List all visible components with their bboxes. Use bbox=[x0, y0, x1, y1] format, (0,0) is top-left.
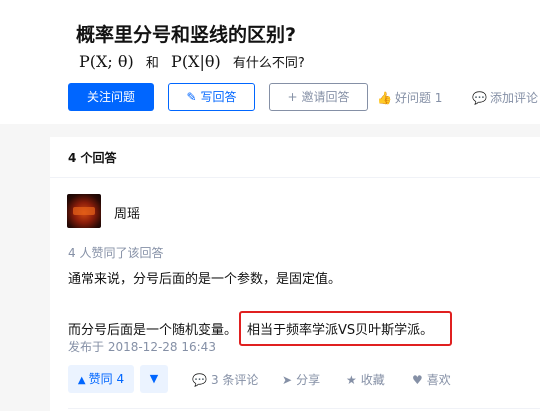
comment-icon: 💬 bbox=[192, 373, 207, 387]
author-name[interactable]: 周瑶 bbox=[114, 203, 140, 222]
good-question-button[interactable]: 👍 好问题 1 bbox=[377, 89, 442, 106]
like-label: 喜欢 bbox=[426, 373, 451, 387]
follow-question-button[interactable]: 关注问题 bbox=[68, 83, 154, 111]
down-triangle-icon: ▼ bbox=[149, 372, 159, 385]
question-header: 概率里分号和竖线的区别? P(X; θ) 和 P(X|θ) 有什么不同? 关注问… bbox=[0, 0, 540, 124]
up-triangle-icon: ▲ bbox=[77, 375, 86, 386]
avatar[interactable] bbox=[67, 194, 101, 228]
subtitle-tail: 有什么不同? bbox=[232, 56, 305, 71]
highlighted-sentence: 相当于频率学派VS贝叶斯学派。 bbox=[239, 311, 453, 346]
follow-question-label: 关注问题 bbox=[86, 90, 135, 104]
upvote-label: 赞同 4 bbox=[88, 372, 125, 386]
posted-time[interactable]: 发布于 2018-12-28 16:43 bbox=[68, 338, 216, 355]
divider bbox=[68, 408, 540, 409]
answer-paragraph-1: 通常来说，分号后面的是一个参数，是固定值。 bbox=[68, 272, 342, 287]
add-comment-button[interactable]: 💬 添加评论 bbox=[472, 89, 538, 106]
answers-card: 4 个回答 周瑶 4 人赞同了该回答 通常来说，分号后面的是一个参数，是固定值。… bbox=[50, 137, 540, 411]
invite-answer-button[interactable]: + 邀请回答 bbox=[269, 83, 368, 111]
upvote-button[interactable]: ▲ 赞同 4 bbox=[68, 365, 134, 393]
heart-icon: ♥ bbox=[412, 373, 423, 387]
share-button[interactable]: ➤ 分享 bbox=[282, 371, 320, 388]
write-answer-button[interactable]: ✎ 写回答 bbox=[168, 83, 255, 111]
answers-header: 4 个回答 bbox=[50, 137, 540, 178]
add-comment-label: 添加评论 bbox=[489, 91, 538, 105]
favorite-label: 收藏 bbox=[360, 373, 385, 387]
question-title: 概率里分号和竖线的区别? bbox=[76, 24, 297, 46]
share-icon: ➤ bbox=[282, 373, 293, 387]
vote-count-line: 4 人赞同了该回答 bbox=[68, 246, 164, 260]
invite-answer-label: 邀请回答 bbox=[301, 90, 350, 104]
comments-button[interactable]: 💬 3 条评论 bbox=[192, 371, 258, 388]
comment-icon: 💬 bbox=[472, 91, 487, 105]
good-question-label: 好问题 1 bbox=[394, 91, 443, 105]
answer-paragraph-2-lead: 而分号后面是一个随机变量。 bbox=[68, 323, 238, 338]
like-button[interactable]: ♥ 喜欢 bbox=[412, 371, 451, 388]
thumbs-up-icon: 👍 bbox=[377, 91, 392, 105]
write-answer-label: 写回答 bbox=[200, 90, 237, 104]
star-icon: ★ bbox=[346, 373, 357, 387]
question-subtitle: P(X; θ) 和 P(X|θ) 有什么不同? bbox=[79, 52, 305, 71]
favorite-button[interactable]: ★ 收藏 bbox=[346, 371, 385, 388]
pencil-icon: ✎ bbox=[186, 90, 197, 104]
math-expression-semicolon: P(X; θ) bbox=[79, 52, 134, 71]
answer-count: 4 个回答 bbox=[68, 151, 117, 165]
math-expression-bar: P(X|θ) bbox=[171, 52, 221, 71]
comments-label: 3 条评论 bbox=[210, 373, 259, 387]
add-user-icon: + bbox=[287, 90, 298, 104]
downvote-button[interactable]: ▼ bbox=[140, 365, 168, 393]
subtitle-and: 和 bbox=[145, 56, 159, 71]
share-label: 分享 bbox=[296, 373, 321, 387]
